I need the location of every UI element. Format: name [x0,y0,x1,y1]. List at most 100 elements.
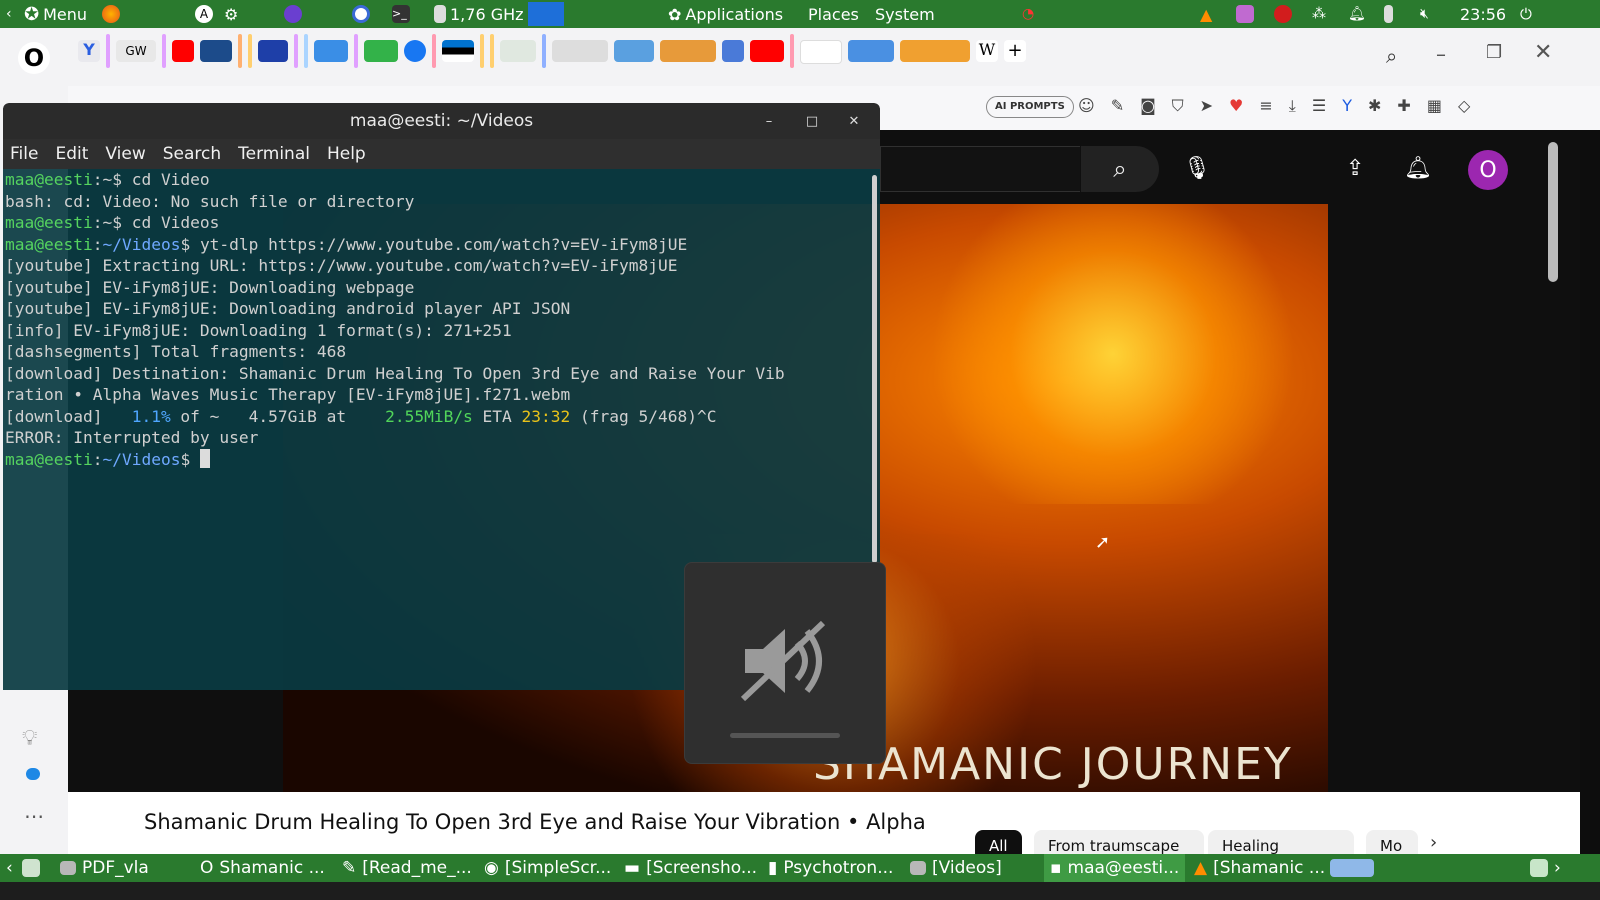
tab-icon-cats[interactable] [660,40,716,62]
task-pdf-vla[interactable]: PDF_vla [60,854,149,882]
terminal-launcher-icon[interactable]: >_ [392,0,410,28]
task-videos[interactable]: [Videos] [910,854,1002,882]
tab-icon-weather[interactable] [614,40,654,62]
power-icon[interactable]: ⏻ [1520,0,1532,28]
terminal-maximize-icon[interactable]: □ [802,111,822,131]
edit-icon[interactable]: ✎ [1111,96,1124,116]
volume-icon[interactable]: 🔇︎ [1420,0,1429,28]
ai-prompts-button[interactable]: AI PROMPTS [986,96,1074,118]
extension-icon[interactable]: Y [1342,96,1352,116]
opera-logo-icon[interactable]: O [18,42,50,74]
wikipedia-tab-icon[interactable]: W [976,40,998,62]
task-screenshot[interactable]: ▬ [Screensho... [624,854,757,882]
menu-terminal[interactable]: Terminal [238,144,310,164]
task-terminal[interactable]: ▪ maa@eesti... [1044,854,1186,882]
tab-icon-rt[interactable] [200,40,232,62]
record-icon[interactable] [1274,0,1292,28]
network-icon[interactable]: ◔ [1022,0,1034,28]
notification-icon[interactable]: 🔔︎ [1348,0,1366,28]
workspace-switcher[interactable] [1330,854,1374,882]
facebook-tab-icon[interactable] [404,40,426,62]
shield-icon[interactable]: ⛉ [1172,96,1184,116]
minimize-icon[interactable]: – [1436,42,1446,66]
terminal-minimize-icon[interactable]: – [759,111,779,131]
list-icon[interactable]: ≡ [1259,96,1272,116]
yt-search-input[interactable] [880,146,1080,192]
tab-icon-mail[interactable] [364,40,398,62]
video-title[interactable]: Shamanic Drum Healing To Open 3rd Eye an… [144,810,926,834]
taskbar-right-arrow[interactable]: › [1554,854,1561,882]
emoji-icon[interactable]: ☺ [1078,96,1095,116]
avatar[interactable]: O [1468,150,1508,190]
more-icon[interactable]: ⋯ [24,804,44,828]
tab-icon-google[interactable] [900,40,970,62]
applications-menu[interactable]: ✿ Applications [668,0,783,28]
menu-file[interactable]: File [10,144,38,164]
settings-sliders-icon[interactable]: ☰ [1312,96,1326,116]
maximize-icon[interactable]: ❐ [1486,42,1502,63]
tab-icon-w1[interactable] [500,40,536,62]
ubuntu-logo-icon: ✪ [24,3,40,25]
terminal-titlebar[interactable]: maa@eesti: ~/Videos – □ ✕ [3,103,880,139]
tab-icon-gw[interactable]: GW [116,40,156,62]
accessibility-icon[interactable]: A [195,0,213,28]
chip-next-icon[interactable]: › [1430,832,1437,853]
menu-view[interactable]: View [105,144,145,164]
opera-icon[interactable] [352,0,370,28]
clock[interactable]: 23:56 [1460,0,1506,28]
heart-icon[interactable]: ♥ [1229,96,1243,116]
menu-search[interactable]: Search [163,144,221,164]
close-icon[interactable]: ✕ [1534,40,1552,65]
taskbar-left-arrow[interactable]: ‹ [6,854,13,882]
menu-help[interactable]: Help [327,144,366,164]
tab-icon-1[interactable]: Y [78,40,100,62]
puzzle-icon[interactable]: ✚ [1397,96,1410,116]
youtube-tab-icon[interactable] [172,40,194,62]
tab-icon-flag[interactable] [442,40,474,62]
task-psychotron[interactable]: ▮ Psychotron... [768,854,893,882]
youtube-tab-icon-2[interactable] [750,40,784,62]
tab-icon-yc[interactable] [258,40,288,62]
task-read-me[interactable]: ✎ [Read_me_... [342,854,472,882]
tab-search-icon[interactable]: ⌕ [1386,44,1397,68]
extension-icon-2[interactable]: ✱ [1368,96,1381,116]
page-scrollbar[interactable] [1548,142,1558,282]
task-shamanic-browser[interactable]: O Shamanic ... [200,854,325,882]
menu-button[interactable]: ✪ Menu [24,0,87,28]
microphone-icon[interactable]: 🎙︎ [1183,156,1211,181]
cpu-icon [434,5,446,23]
vlc-icon[interactable]: ▲ [1200,0,1212,28]
send-icon[interactable]: ➤ [1200,96,1213,116]
tab-icon-misc[interactable] [848,40,894,62]
task-shamanic-vlc[interactable]: ▲ [Shamanic ... [1194,854,1325,882]
firefox-icon[interactable] [102,0,120,28]
system-menu[interactable]: System [875,0,935,28]
yt-search-button[interactable]: ⌕ [1081,146,1159,192]
tab-icon-fox[interactable] [314,40,348,62]
upload-icon[interactable]: ⇪ [1346,156,1364,181]
new-tab-button[interactable]: + [1004,40,1026,62]
terminal-scrollbar[interactable] [872,175,877,563]
task-simplescreen[interactable]: ◉ [SimpleScr... [484,854,611,882]
youtube-tab-active[interactable] [800,40,842,64]
camera-icon[interactable]: ◙ [1140,96,1156,116]
calendar-icon[interactable]: ▦ [1427,96,1442,116]
chat-icon[interactable] [26,768,40,780]
download-icon[interactable]: ⤓ [1289,96,1296,116]
tray-app-icon[interactable] [1236,0,1254,28]
network-tray-icon[interactable]: ⁂ [1312,0,1326,28]
app-launcher-icon[interactable] [284,0,302,28]
tab-icon-news[interactable] [552,40,608,62]
show-desktop-icon[interactable] [22,854,40,882]
panel-left-arrow[interactable]: ‹ [6,0,12,28]
tab-icon-ibb[interactable] [722,40,744,62]
places-menu[interactable]: Places [808,0,859,28]
trash-icon[interactable] [1530,854,1548,882]
terminal-close-icon[interactable]: ✕ [844,111,864,131]
cube-icon[interactable]: ◇ [1458,96,1470,116]
lightbulb-icon[interactable]: 💡︎ [22,726,37,751]
battery-icon[interactable] [1384,0,1393,28]
settings-icon[interactable]: ⚙ [224,0,238,28]
notifications-bell-icon[interactable]: 🔔︎ [1404,156,1432,181]
menu-edit[interactable]: Edit [55,144,88,164]
